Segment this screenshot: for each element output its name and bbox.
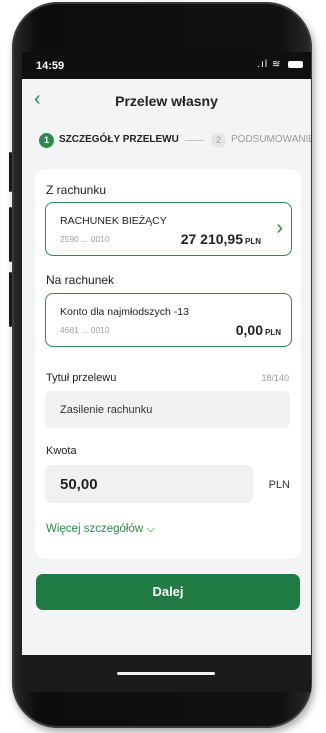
home-indicator[interactable]: [117, 672, 215, 675]
more-details-label: Więcej szczegółów: [46, 523, 144, 535]
page-title: Przelew własny: [115, 93, 218, 109]
to-account-label: Na rachunek: [46, 273, 115, 287]
to-account-selector[interactable]: Konto dla najmłodszych -13 4681 ... 0010…: [45, 293, 292, 347]
amount-input[interactable]: [45, 465, 253, 503]
step-2-number: 2: [211, 133, 226, 148]
amount-currency: PLN: [268, 479, 290, 491]
battery-icon: [288, 60, 303, 68]
app-header: ‹ Przelew własny: [22, 79, 311, 124]
to-account-amount: 0,00: [235, 322, 263, 338]
to-account-balance: 0,00 PLN: [236, 322, 281, 338]
wifi-icon: ≋: [271, 59, 282, 70]
amount-label: Kwota: [46, 445, 77, 457]
system-nav-bar: [22, 655, 311, 692]
step-2-label: PODSUMOWANIE: [231, 134, 311, 145]
status-icons: .ıl ≋: [257, 59, 303, 70]
from-account-amount: 27 210,95: [180, 231, 243, 247]
to-account-number: 4681 ... 0010: [60, 325, 110, 335]
transfer-title-label: Tytuł przelewu: [46, 372, 117, 384]
more-details-link[interactable]: Więcej szczegółów ⌵: [46, 523, 155, 536]
step-divider: [185, 140, 205, 141]
status-bar: 14:59 .ıl ≋: [22, 52, 311, 79]
next-button[interactable]: Dalej: [36, 574, 300, 610]
transfer-form-card: Z rachunku RACHUNEK BIEŻĄCY 2590 ... 001…: [35, 169, 301, 559]
from-account-number: 2590 ... 0010: [60, 234, 110, 244]
from-account-label: Z rachunku: [46, 183, 107, 197]
step-1-number: 1: [39, 133, 54, 148]
to-account-name: Konto dla najmłodszych -13: [60, 306, 189, 318]
step-1-label: SZCZEGÓŁY PRZELEWU: [59, 134, 179, 145]
signal-icon: .ıl: [257, 59, 269, 70]
from-account-selector[interactable]: RACHUNEK BIEŻĄCY 2590 ... 0010 27 210,95…: [45, 202, 292, 256]
to-account-currency: PLN: [265, 328, 281, 337]
from-account-currency: PLN: [245, 237, 261, 246]
transfer-title-input[interactable]: [45, 391, 290, 428]
from-account-balance: 27 210,95 PLN: [181, 231, 261, 247]
stepper: 1 SZCZEGÓŁY PRZELEWU 2 PODSUMOWANIE: [22, 125, 311, 155]
chevron-down-icon: ⌵: [146, 523, 156, 535]
app-screen: 14:59 .ıl ≋ ‹ Przelew własny 1 SZCZEGÓŁY…: [22, 52, 311, 692]
from-account-name: RACHUNEK BIEŻĄCY: [60, 215, 167, 227]
side-button: [9, 152, 12, 192]
side-button: [9, 272, 12, 327]
title-char-counter: 18/140: [261, 373, 289, 383]
status-time: 14:59: [36, 60, 65, 72]
side-button: [9, 207, 12, 262]
chevron-right-icon: ›: [276, 217, 283, 239]
